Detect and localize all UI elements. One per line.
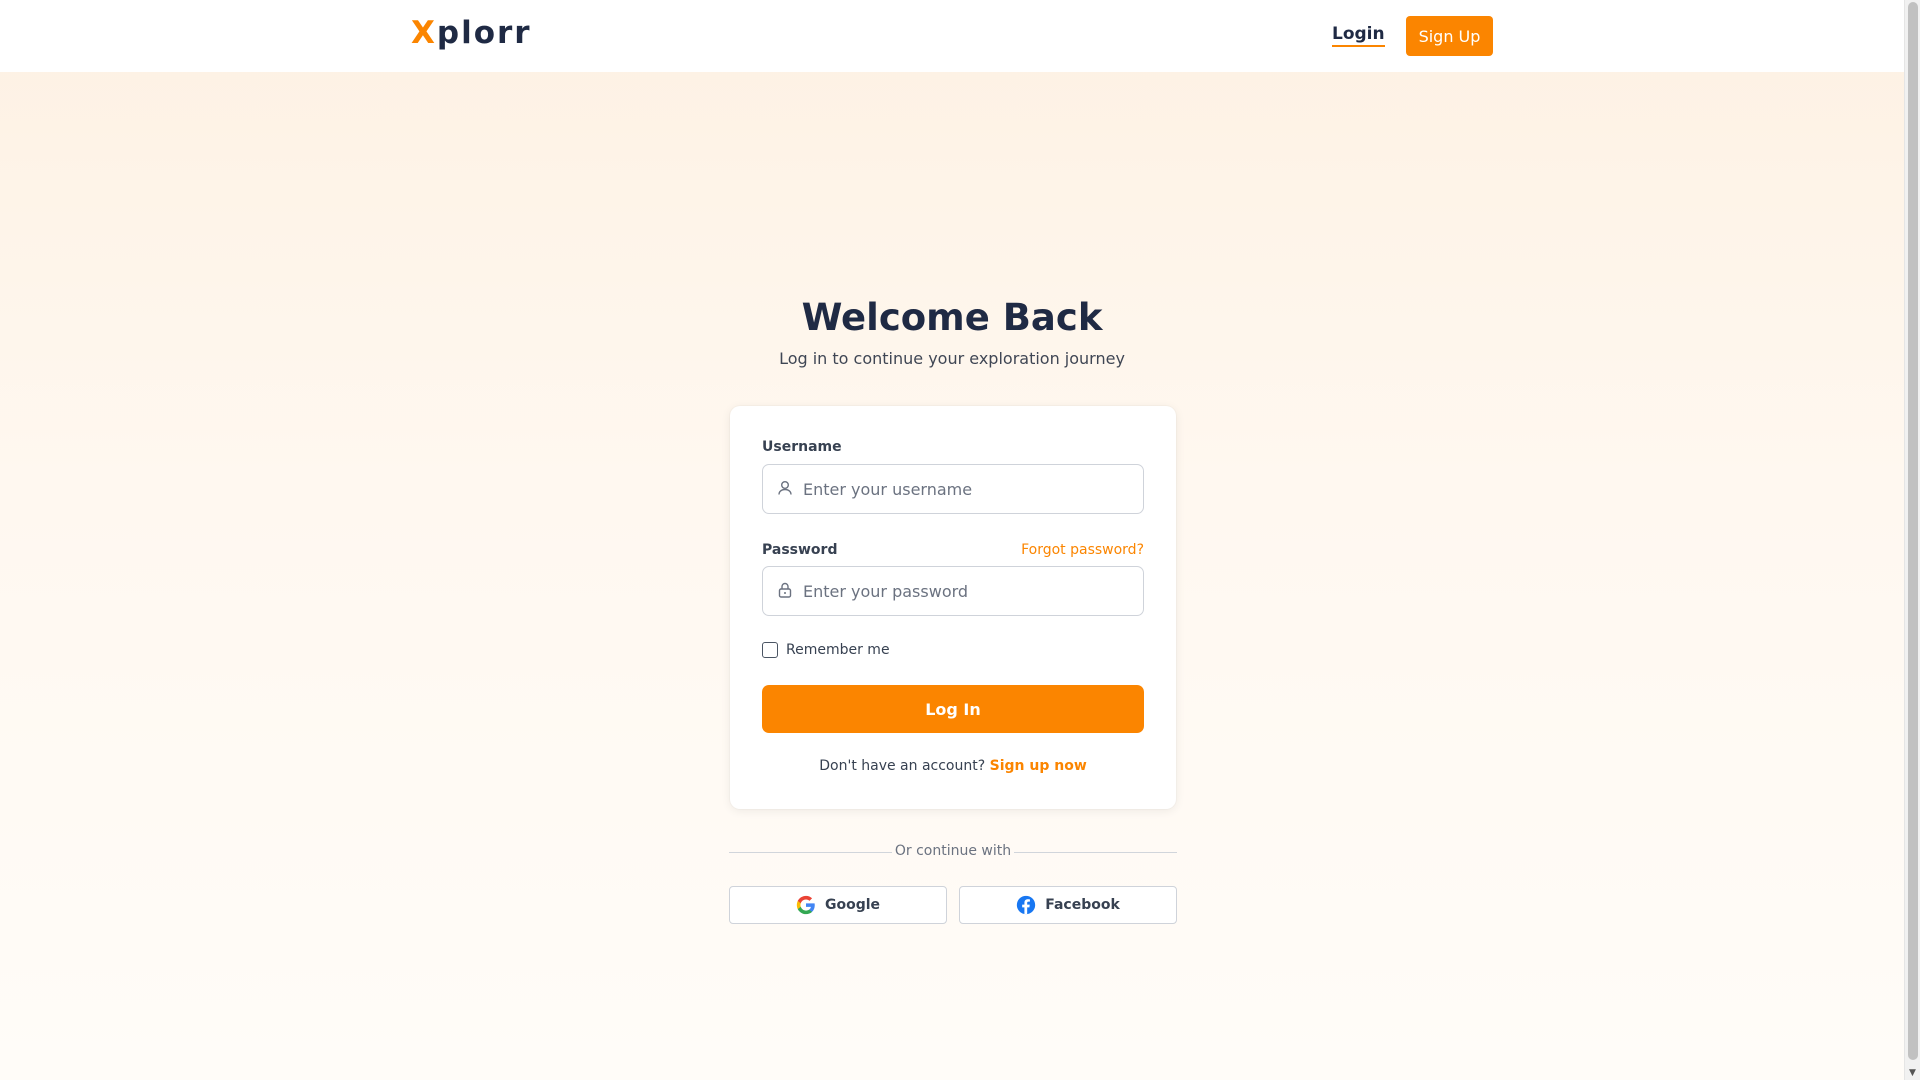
- password-label: Password: [762, 542, 838, 558]
- nav-signup-button[interactable]: Sign Up: [1406, 16, 1493, 56]
- google-icon: [796, 895, 815, 915]
- logo-initial: X: [411, 15, 437, 51]
- social-divider: Or continue with: [729, 841, 1177, 863]
- remember-me-row: Remember me: [762, 642, 890, 658]
- page-subtitle: Log in to continue your exploration jour…: [779, 349, 1125, 368]
- scroll-down-arrow-icon[interactable]: ▼: [1909, 1068, 1916, 1078]
- login-card: Username Password Forgot password? Remem…: [730, 406, 1176, 809]
- signup-prompt: Don't have an account? Sign up now: [730, 758, 1176, 774]
- page-title: Welcome Back: [801, 296, 1103, 339]
- logo-text: plorr: [436, 15, 532, 51]
- vertical-scrollbar[interactable]: ▼: [1904, 0, 1920, 1080]
- forgot-password-link[interactable]: Forgot password?: [1021, 542, 1144, 558]
- lock-icon: [778, 582, 792, 598]
- google-login-button[interactable]: Google: [729, 886, 947, 924]
- password-input[interactable]: [803, 567, 1133, 615]
- top-navbar: Xplorr Login Sign Up: [0, 0, 1904, 72]
- username-input[interactable]: [803, 465, 1133, 513]
- login-submit-button[interactable]: Log In: [762, 685, 1144, 733]
- username-field[interactable]: [762, 464, 1144, 514]
- signup-now-link[interactable]: Sign up now: [990, 758, 1087, 774]
- remember-me-checkbox[interactable]: [762, 642, 778, 658]
- user-icon: [778, 481, 792, 495]
- facebook-login-button[interactable]: Facebook: [959, 886, 1177, 924]
- google-label: Google: [824, 897, 881, 913]
- password-field[interactable]: [762, 566, 1144, 616]
- nav-login-link[interactable]: Login: [1332, 24, 1385, 47]
- divider-line-right: [1014, 852, 1177, 853]
- divider-text: Or continue with: [894, 843, 1012, 859]
- logo[interactable]: Xplorr: [411, 15, 532, 51]
- no-account-text: Don't have an account?: [819, 758, 986, 774]
- facebook-icon: [1017, 895, 1036, 915]
- remember-me-label[interactable]: Remember me: [786, 642, 890, 658]
- scrollbar-thumb[interactable]: [1908, 2, 1918, 1060]
- username-label: Username: [762, 439, 842, 455]
- facebook-label: Facebook: [1045, 897, 1120, 913]
